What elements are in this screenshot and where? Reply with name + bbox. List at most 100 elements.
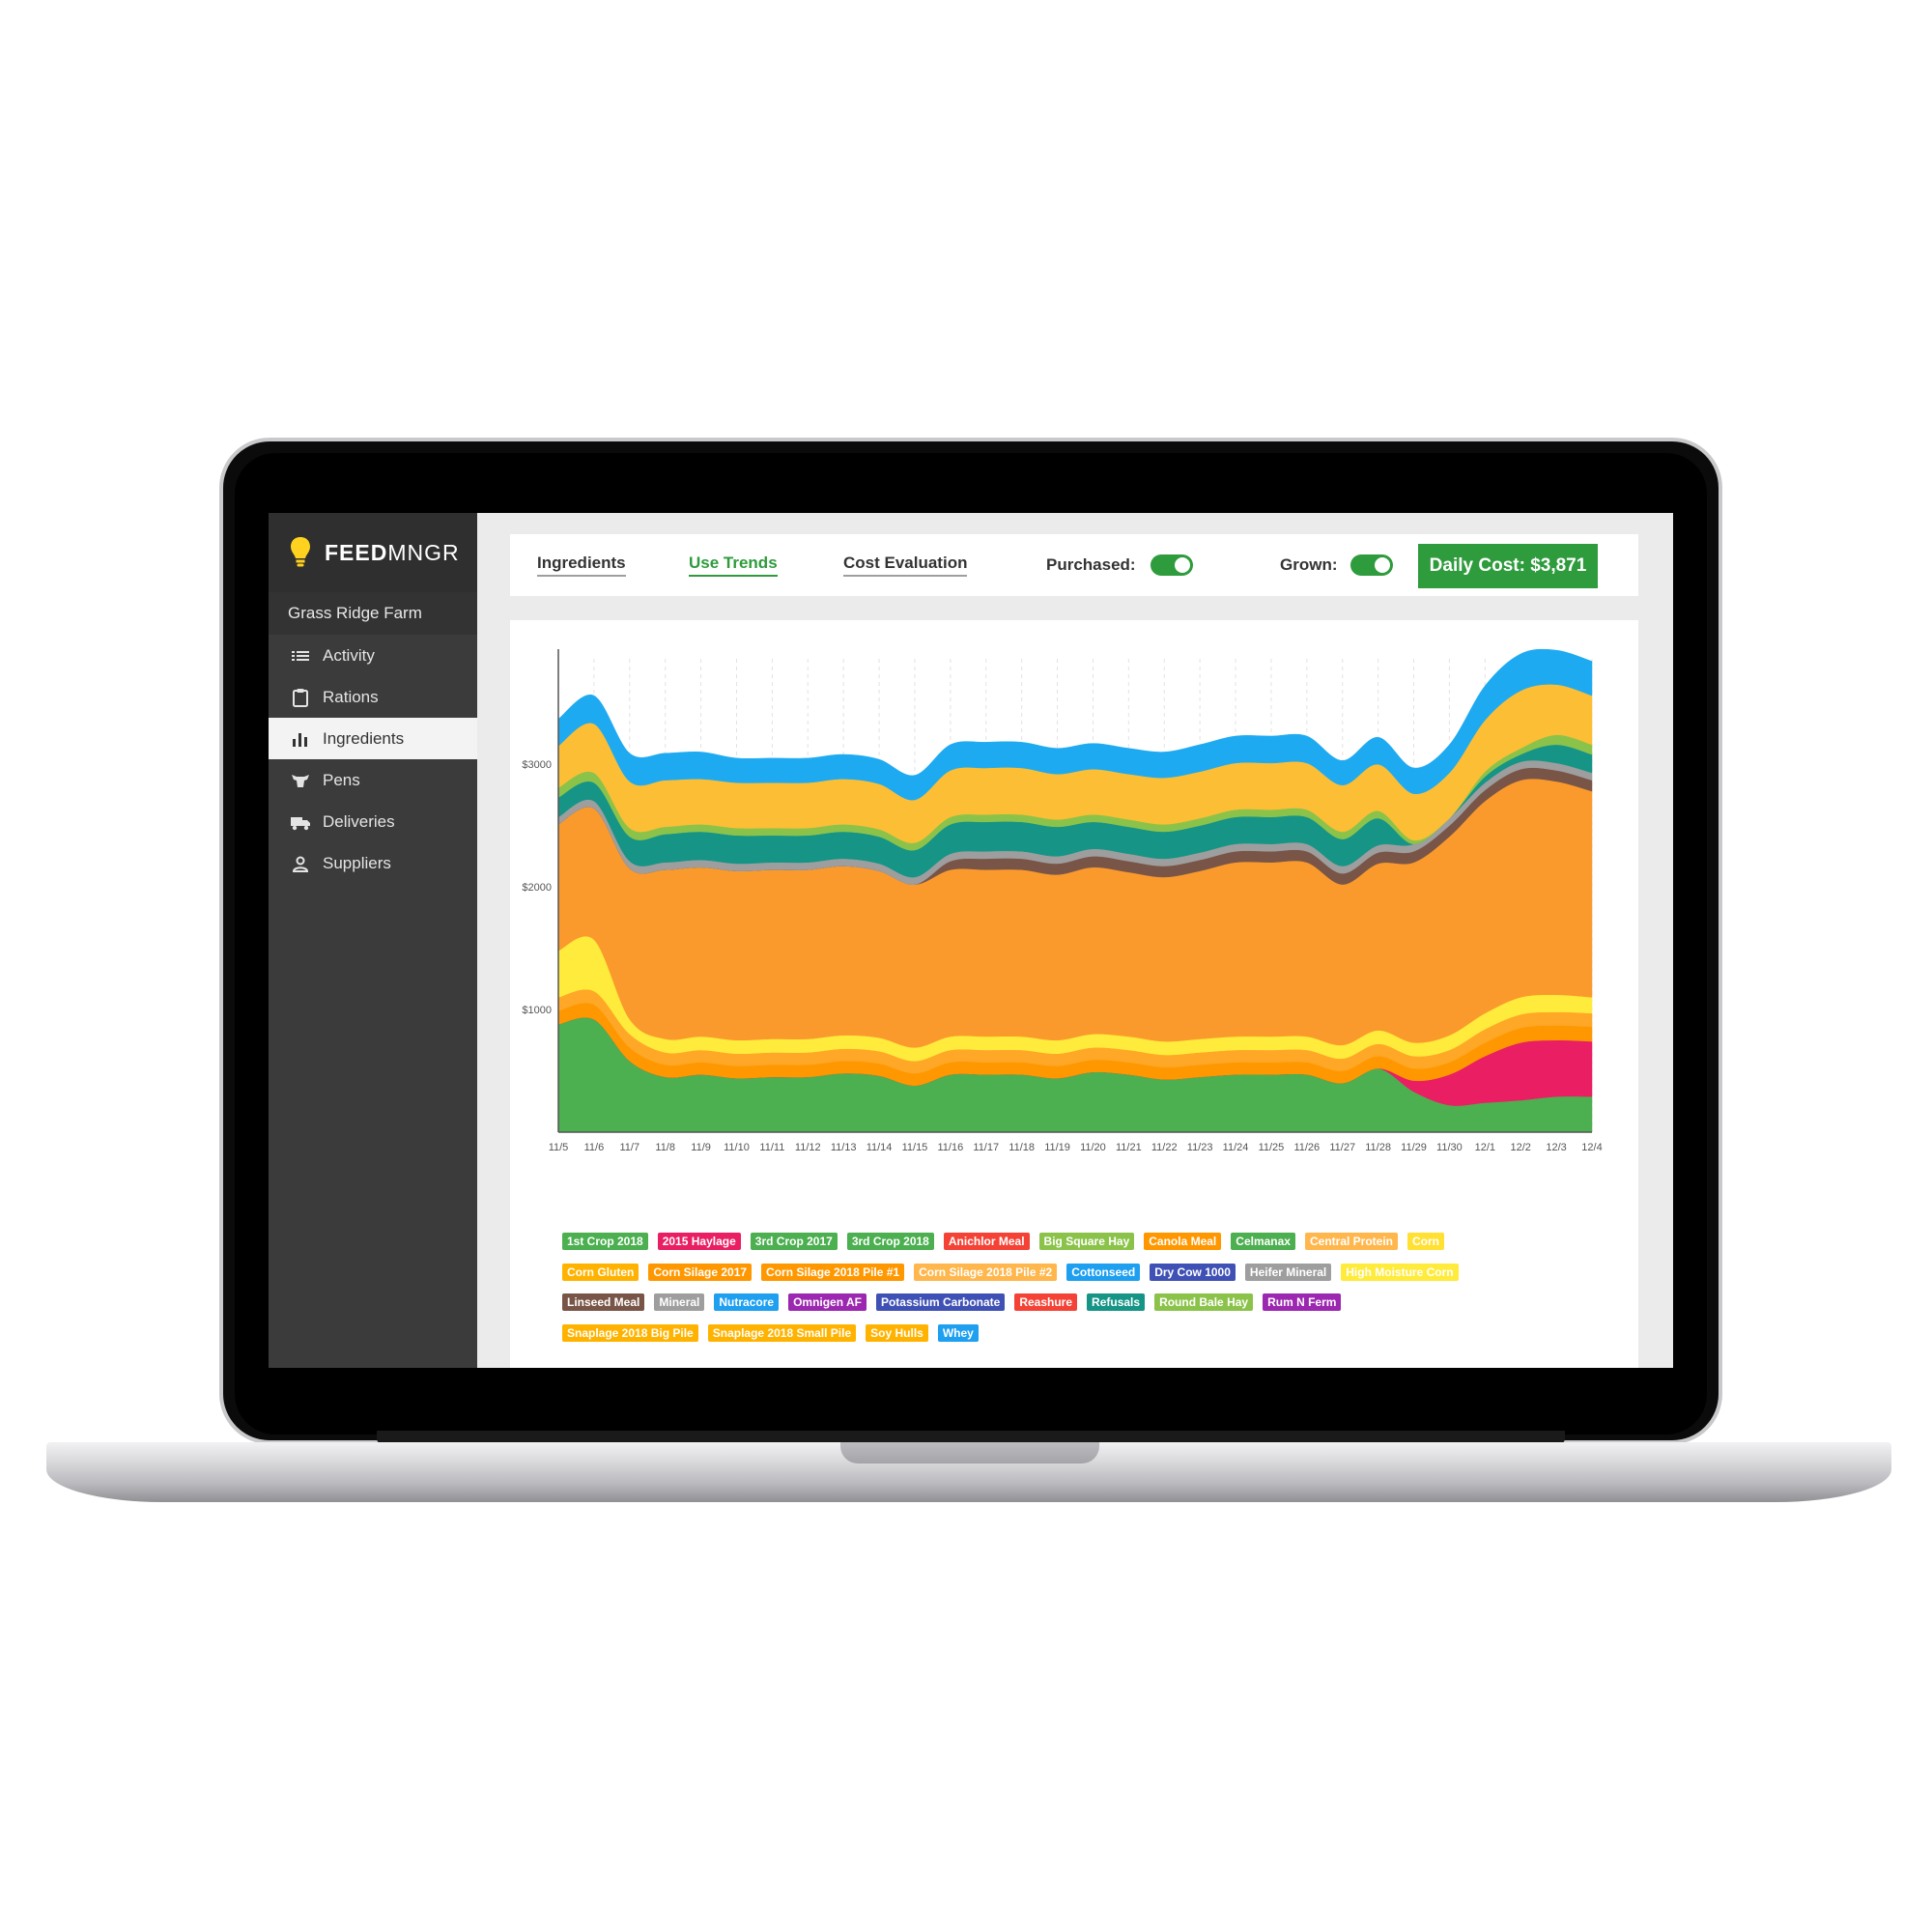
x-tick-label: 11/27 bbox=[1329, 1142, 1355, 1153]
grown-label: Grown: bbox=[1280, 555, 1338, 574]
legend-chip-soy-hulls[interactable]: Soy Hulls bbox=[866, 1323, 928, 1342]
sidebar-item-label: Deliveries bbox=[323, 811, 395, 831]
use-trends-chart: $1000 $2000 $3000 11/5 11/6 11/7 11/8 11/9 11/10… bbox=[522, 648, 1603, 1153]
x-tick-label: 11/14 bbox=[867, 1142, 893, 1153]
legend-chip-linseed-meal[interactable]: Linseed Meal bbox=[562, 1293, 645, 1311]
x-tick-label: 11/24 bbox=[1223, 1142, 1249, 1153]
legend-chip-heifer-mineral[interactable]: Heifer Mineral bbox=[1244, 1263, 1332, 1281]
legend-chip-snaplage-2018-small-pile[interactable]: Snaplage 2018 Small Pile bbox=[707, 1323, 857, 1342]
x-tick-label: 12/3 bbox=[1546, 1142, 1566, 1153]
brand-name: FEEDMNGR bbox=[325, 539, 460, 565]
x-tick-label: 11/6 bbox=[584, 1142, 605, 1153]
legend-chip-celmanax[interactable]: Celmanax bbox=[1231, 1233, 1295, 1250]
legend-row: 1st Crop 2018 2015 Haylage 3rd Crop 2017 3r… bbox=[562, 1233, 1625, 1253]
legend-chip-round-bale-hay[interactable]: Round Bale Hay bbox=[1154, 1293, 1254, 1311]
grown-toggle[interactable] bbox=[1350, 554, 1393, 576]
cow-icon bbox=[292, 774, 309, 787]
person-icon bbox=[292, 856, 309, 872]
sidebar-item-label: Ingredients bbox=[323, 728, 405, 748]
tab-ingredients[interactable]: Ingredients bbox=[537, 554, 626, 577]
x-tick-label: 11/28 bbox=[1365, 1142, 1391, 1153]
x-tick-label: 11/17 bbox=[973, 1142, 999, 1153]
legend-chip-3rd-crop-2017[interactable]: 3rd Crop 2017 bbox=[750, 1233, 838, 1250]
sidebar-item-ingredients[interactable]: Ingredients bbox=[269, 718, 477, 759]
legend-chip-2015-haylage[interactable]: 2015 Haylage bbox=[657, 1233, 741, 1250]
purchased-label: Purchased: bbox=[1046, 555, 1136, 574]
sidebar-item-suppliers[interactable]: Suppliers bbox=[269, 842, 477, 884]
legend-chip-corn-gluten[interactable]: Corn Gluten bbox=[562, 1263, 639, 1281]
x-tick-label: 11/23 bbox=[1187, 1142, 1213, 1153]
list-icon bbox=[292, 650, 309, 661]
tab-cost-evaluation[interactable]: Cost Evaluation bbox=[843, 554, 968, 577]
x-tick-label: 11/26 bbox=[1293, 1142, 1320, 1153]
legend-chip-3rd-crop-2018[interactable]: 3rd Crop 2018 bbox=[846, 1233, 934, 1250]
x-tick-label: 11/15 bbox=[902, 1142, 928, 1153]
x-tick-label: 11/16 bbox=[938, 1142, 964, 1153]
truck-icon bbox=[291, 816, 310, 830]
app-screen: FEEDMNGR Grass Ridge Farm Activity Ratio… bbox=[269, 513, 1673, 1368]
legend-chip-1st-crop-2018[interactable]: 1st Crop 2018 bbox=[562, 1233, 648, 1250]
y-tick-label: $1000 bbox=[522, 1005, 552, 1016]
legend-chip-nutracore[interactable]: Nutracore bbox=[714, 1293, 780, 1311]
x-tick-label: 11/21 bbox=[1116, 1142, 1142, 1153]
legend-chip-canola-meal[interactable]: Canola Meal bbox=[1144, 1233, 1222, 1250]
legend-chip-corn-silage-2018-pile-2[interactable]: Corn Silage 2018 Pile #2 bbox=[914, 1263, 1058, 1281]
sidebar-item-label: Activity bbox=[323, 645, 375, 665]
farm-name[interactable]: Grass Ridge Farm bbox=[269, 592, 477, 635]
top-toolbar: Ingredients Use Trends Cost Evaluation P… bbox=[510, 534, 1638, 596]
x-tick-label: 11/9 bbox=[691, 1142, 711, 1153]
sidebar-item-deliveries[interactable]: Deliveries bbox=[269, 801, 477, 842]
x-tick-label: 11/5 bbox=[549, 1142, 569, 1153]
sidebar-item-pens[interactable]: Pens bbox=[269, 759, 477, 801]
legend-chip-refusals[interactable]: Refusals bbox=[1087, 1293, 1146, 1311]
legend-chip-rum-n-ferm[interactable]: Rum N Ferm bbox=[1263, 1293, 1342, 1311]
legend-row: Corn Gluten Corn Silage 2017 Corn Silage 2… bbox=[562, 1263, 1625, 1284]
tab-use-trends[interactable]: Use Trends bbox=[689, 554, 778, 577]
x-tick-label: 11/25 bbox=[1259, 1142, 1285, 1153]
sidebar-item-rations[interactable]: Rations bbox=[269, 676, 477, 718]
bar-chart-icon bbox=[293, 732, 307, 747]
x-tick-label: 12/4 bbox=[1581, 1142, 1602, 1153]
daily-cost-badge[interactable]: Daily Cost: $3,871 bbox=[1418, 544, 1598, 588]
legend-chip-corn-silage-2017[interactable]: Corn Silage 2017 bbox=[648, 1263, 753, 1281]
x-tick-label: 11/30 bbox=[1436, 1142, 1463, 1153]
legend-chip-potassium-carbonate[interactable]: Potassium Carbonate bbox=[875, 1293, 1006, 1311]
sidebar-item-label: Suppliers bbox=[323, 853, 391, 872]
use-trends-panel: $1000 $2000 $3000 11/5 11/6 11/7 11/8 11/9 11/10… bbox=[510, 620, 1638, 1368]
legend-chip-omnigen-af[interactable]: Omnigen AF bbox=[788, 1293, 867, 1311]
x-tick-label: 11/10 bbox=[724, 1142, 750, 1153]
clipboard-icon bbox=[293, 688, 308, 707]
sidebar: FEEDMNGR Grass Ridge Farm Activity Ratio… bbox=[269, 513, 477, 1368]
legend-chip-reashure[interactable]: Reashure bbox=[1014, 1293, 1078, 1311]
x-tick-label: 11/22 bbox=[1151, 1142, 1178, 1153]
x-tick-label: 11/11 bbox=[759, 1142, 784, 1153]
legend-chip-mineral[interactable]: Mineral bbox=[654, 1293, 705, 1311]
legend-chip-big-square-hay[interactable]: Big Square Hay bbox=[1038, 1233, 1135, 1250]
x-tick-label: 12/2 bbox=[1510, 1142, 1530, 1153]
legend-chip-cottonseed[interactable]: Cottonseed bbox=[1066, 1263, 1141, 1281]
legend-chip-corn-silage-2018-pile-1[interactable]: Corn Silage 2018 Pile #1 bbox=[761, 1263, 905, 1281]
chart-legend: 1st Crop 2018 2015 Haylage 3rd Crop 2017 3r… bbox=[562, 1233, 1625, 1354]
x-tick-label: 11/12 bbox=[795, 1142, 821, 1153]
legend-chip-dry-cow-1000[interactable]: Dry Cow 1000 bbox=[1150, 1263, 1236, 1281]
brand-logo[interactable]: FEEDMNGR bbox=[269, 513, 477, 592]
x-tick-label: 11/29 bbox=[1401, 1142, 1427, 1153]
sidebar-item-activity[interactable]: Activity bbox=[269, 635, 477, 676]
legend-chip-snaplage-2018-big-pile[interactable]: Snaplage 2018 Big Pile bbox=[562, 1323, 698, 1342]
legend-chip-central-protein[interactable]: Central Protein bbox=[1304, 1233, 1398, 1250]
legend-row: Linseed Meal Mineral Nutracore Omnigen AF Po… bbox=[562, 1293, 1625, 1314]
purchased-toggle[interactable] bbox=[1151, 554, 1193, 576]
x-tick-label: 11/7 bbox=[619, 1142, 639, 1153]
x-tick-label: 11/19 bbox=[1044, 1142, 1070, 1153]
x-tick-label: 12/1 bbox=[1475, 1142, 1495, 1153]
x-tick-label: 11/18 bbox=[1009, 1142, 1035, 1153]
y-tick-label: $3000 bbox=[522, 759, 552, 771]
legend-chip-anichlor-meal[interactable]: Anichlor Meal bbox=[943, 1233, 1030, 1250]
legend-chip-high-moisture-corn[interactable]: High Moisture Corn bbox=[1341, 1263, 1459, 1281]
legend-chip-whey[interactable]: Whey bbox=[937, 1323, 979, 1342]
x-tick-label: 11/13 bbox=[831, 1142, 857, 1153]
legend-chip-corn[interactable]: Corn bbox=[1407, 1233, 1444, 1250]
x-tick-label: 11/20 bbox=[1080, 1142, 1106, 1153]
legend-row: Snaplage 2018 Big Pile Snaplage 2018 Smal… bbox=[562, 1323, 1625, 1345]
x-tick-label: 11/8 bbox=[655, 1142, 675, 1153]
